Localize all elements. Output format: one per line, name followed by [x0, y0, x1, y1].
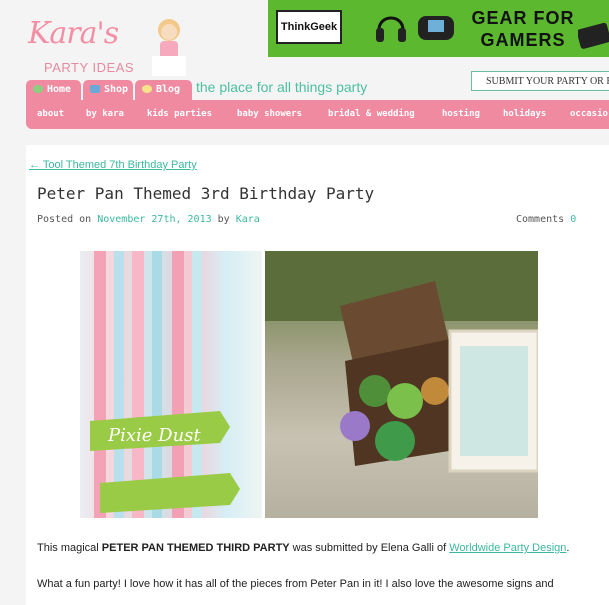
gamepad-icon [418, 16, 454, 40]
comments-link[interactable]: 0 [570, 214, 576, 225]
post-meta: Posted on November 27th, 2013 by Kara [37, 214, 260, 225]
post-date-link[interactable]: November 27th, 2013 [97, 214, 211, 225]
by-label: by [217, 214, 230, 225]
nav-hosting[interactable]: hosting [442, 100, 480, 129]
para-text-mid: was submitted by Elena Galli of [289, 542, 450, 554]
nav-about[interactable]: about [37, 100, 64, 129]
photo-straws[interactable]: Pixie Dust [80, 251, 262, 518]
headset-icon [376, 16, 406, 42]
author-link[interactable]: Kara [236, 214, 260, 225]
para-text-end: . [566, 542, 570, 554]
flower-icon [142, 85, 152, 93]
para-bold: PETER PAN THEMED THIRD PARTY [101, 542, 290, 554]
photo-caption-pixie-dust: Pixie Dust [108, 425, 201, 446]
comments-label: Comments [516, 214, 565, 225]
tab-label: Blog [156, 84, 181, 95]
post-paragraph: This magical PETER PAN THEMED THIRD PART… [37, 542, 569, 554]
ad-headline: GEAR FOR GAMERS [471, 8, 575, 50]
straws-illustration [90, 251, 240, 518]
logo-subtitle: PARTY IDEAS [44, 60, 135, 75]
advertisement-banner[interactable]: ThinkGeek GEAR FOR GAMERS [268, 0, 609, 57]
nav-bridal-wedding[interactable]: bridal & wedding [328, 100, 415, 129]
ad-brand: ThinkGeek [276, 10, 342, 44]
tab-blog[interactable]: Blog [135, 80, 192, 100]
photo-treasure-chest[interactable] [265, 251, 538, 518]
tab-home[interactable]: Home [26, 80, 81, 100]
submit-party-button[interactable]: SUBMIT YOUR PARTY OR RE [471, 71, 609, 91]
nav-occasions[interactable]: occasio [570, 100, 608, 129]
nav-baby-showers[interactable]: baby showers [237, 100, 302, 129]
tagline: the place for all things party [196, 79, 368, 95]
logo-script: Kara's [28, 16, 119, 51]
para-text-pre: This magical [37, 542, 102, 554]
home-icon [33, 85, 43, 93]
post-title: Peter Pan Themed 3rd Birthday Party [37, 184, 375, 203]
posted-on-label: Posted on [37, 214, 92, 225]
main-nav: about by kara kids parties baby showers … [26, 100, 609, 129]
tab-shop[interactable]: Shop [83, 80, 133, 100]
tab-label: Home [47, 84, 72, 95]
cart-icon [90, 85, 100, 93]
tab-label: Shop [104, 84, 129, 95]
post-paragraph-2: What a fun party! I love how it has all … [37, 578, 554, 590]
nav-holidays[interactable]: holidays [503, 100, 546, 129]
keyboard-icon [578, 22, 609, 49]
worldwide-party-design-link[interactable]: Worldwide Party Design [449, 542, 566, 554]
mascot-illustration [152, 19, 186, 76]
previous-post-link[interactable]: ← Tool Themed 7th Birthday Party [29, 159, 197, 171]
comments-count: Comments 0 [516, 214, 576, 225]
treasure-chest-illustration [265, 251, 538, 473]
nav-by-kara[interactable]: by kara [86, 100, 124, 129]
nav-kids-parties[interactable]: kids parties [147, 100, 212, 129]
